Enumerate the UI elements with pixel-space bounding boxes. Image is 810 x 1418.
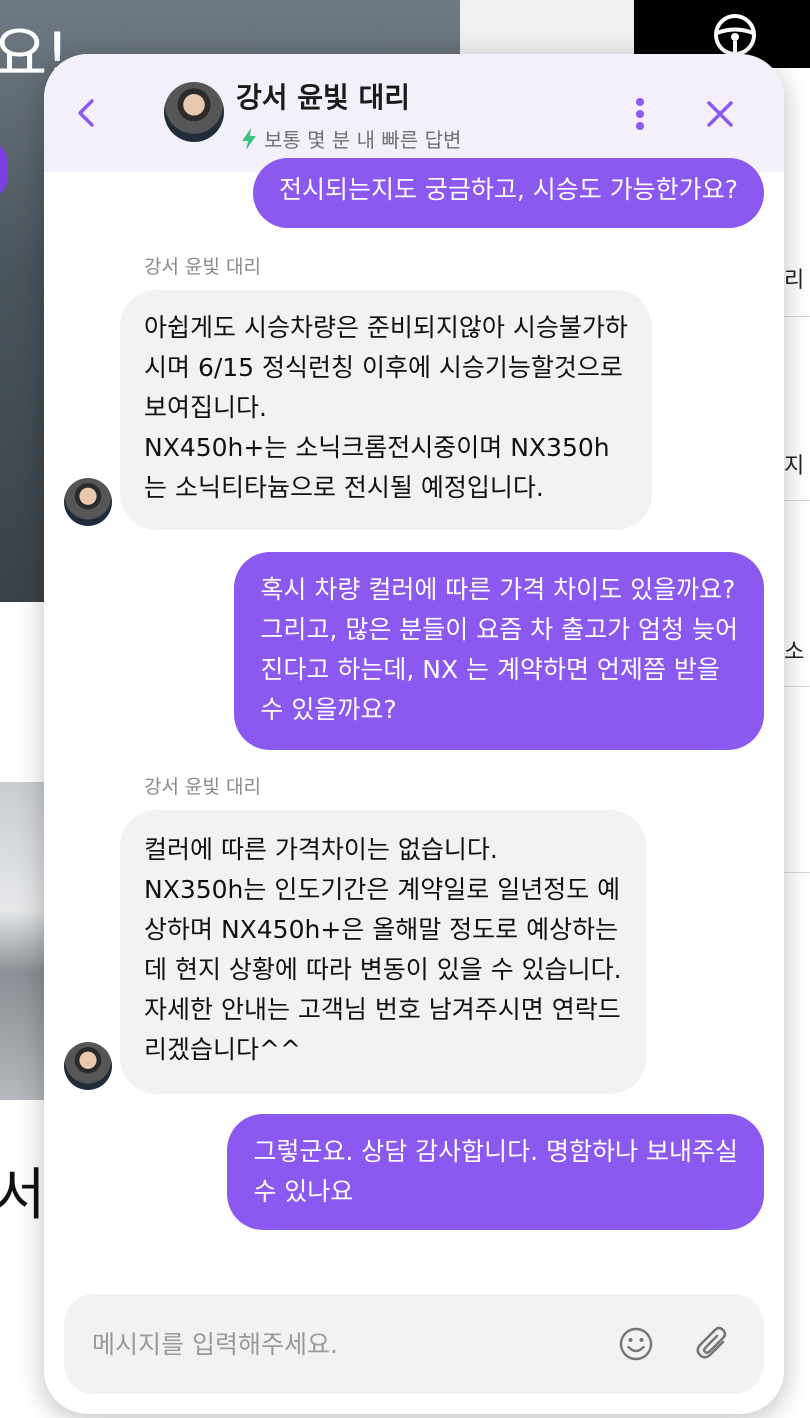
- agent-message: 컬러에 따른 가격차이는 없습니다. NX350h는 인도기간은 계약일로 일년…: [120, 810, 646, 1094]
- user-message: 혹시 차량 컬러에 따른 가격 차이도 있을까요? 그리고, 많은 분들이 요즘…: [234, 552, 764, 750]
- lightning-bolt-icon: [242, 127, 256, 150]
- chat-window: 강서 윤빛 대리 보통 몇 분 내 빠른 답변 전시되는지도 궁금하고, 시승도…: [44, 54, 784, 1414]
- response-time-text: 보통 몇 분 내 빠른 답변: [264, 128, 462, 152]
- background-divider: [784, 686, 810, 687]
- back-button[interactable]: [72, 96, 102, 130]
- chat-header: 강서 윤빛 대리 보통 몇 분 내 빠른 답변: [44, 54, 784, 172]
- agent-avatar: [164, 82, 224, 142]
- background-divider: [784, 872, 810, 873]
- more-options-button[interactable]: [628, 96, 652, 132]
- sender-label: 강서 윤빛 대리: [144, 776, 261, 798]
- background-side-label: 소: [784, 640, 805, 665]
- message-composer: [64, 1294, 764, 1394]
- agent-avatar-small: [64, 1042, 112, 1090]
- user-message: 전시되는지도 궁금하고, 시승도 가능한가요?: [252, 158, 764, 228]
- attach-file-button[interactable]: [696, 1324, 732, 1364]
- agent-avatar-small: [64, 478, 112, 526]
- agent-name: 강서 윤빛 대리: [236, 81, 411, 114]
- background-car-image: [0, 782, 44, 1100]
- user-message: 그렇군요. 상담 감사합니다. 명함하나 보내주실 수 있나요: [227, 1114, 764, 1230]
- background-divider: [784, 500, 810, 501]
- sender-label: 강서 윤빛 대리: [144, 256, 261, 278]
- message-list[interactable]: 전시되는지도 궁금하고, 시승도 가능한가요? 강서 윤빛 대리 아쉽게도 시승…: [44, 158, 784, 1292]
- steering-wheel-icon[interactable]: [712, 12, 758, 58]
- background-side-label: 지: [784, 454, 805, 479]
- message-input[interactable]: [92, 1326, 572, 1362]
- close-button[interactable]: [704, 98, 736, 130]
- background-side-label: 리: [784, 268, 805, 293]
- agent-message: 아쉽게도 시승차량은 준비되지않아 시승불가하 시며 6/15 정식런칭 이후에…: [120, 290, 652, 530]
- emoji-button[interactable]: [618, 1326, 654, 1362]
- background-divider: [784, 316, 810, 317]
- response-time-status: 보통 몇 분 내 빠른 답변: [240, 124, 461, 153]
